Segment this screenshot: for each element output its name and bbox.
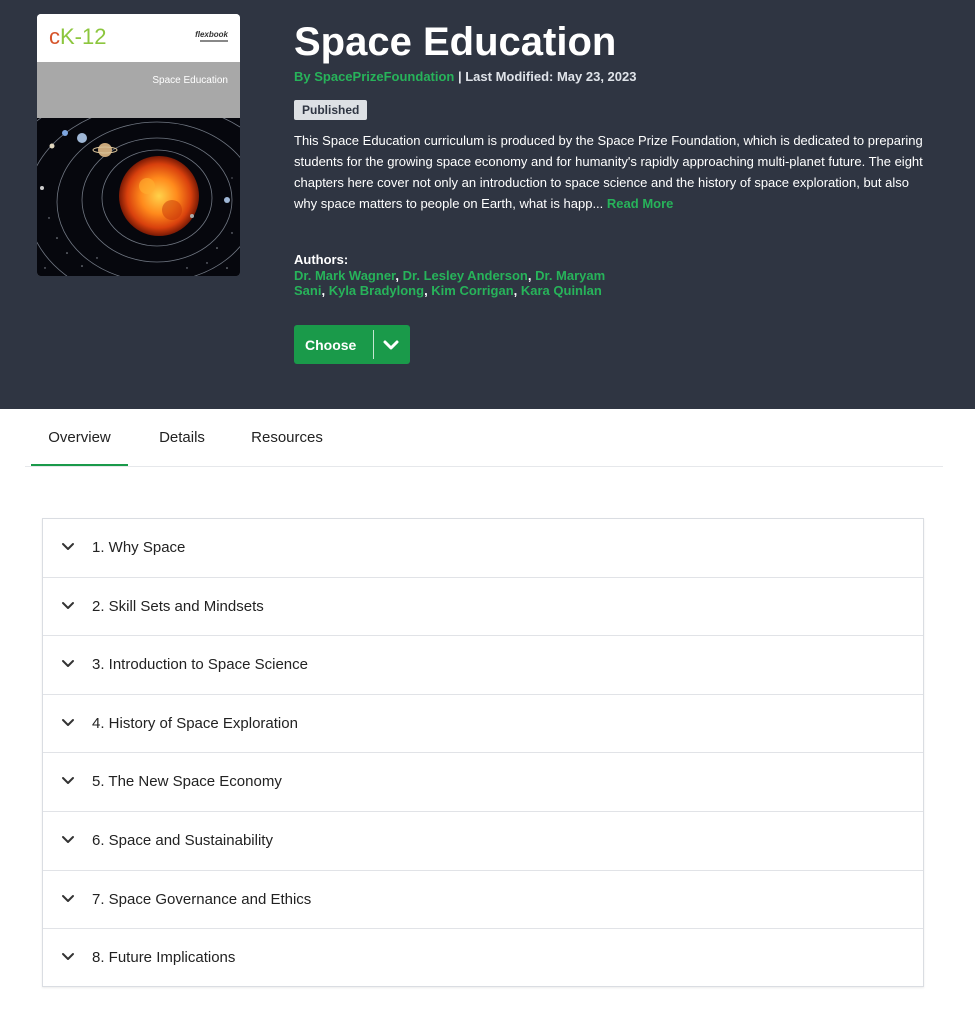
byline: By SpacePrizeFoundation | Last Modified:… <box>294 69 636 84</box>
read-more-link[interactable]: Read More <box>607 196 673 211</box>
publisher-link[interactable]: By SpacePrizeFoundation <box>294 69 454 84</box>
book-cover[interactable]: cK-12 flexbook Space Education <box>37 14 240 276</box>
chapter-row[interactable]: 4. History of Space Exploration <box>43 695 923 754</box>
chevron-down-icon[interactable] <box>61 716 75 730</box>
chevron-down-icon[interactable] <box>61 950 75 964</box>
tab-overview[interactable]: Overview <box>31 409 128 466</box>
book-title: Space Education <box>294 20 617 64</box>
chapter-title[interactable]: 3. Introduction to Space Science <box>92 636 308 694</box>
author-link[interactable]: Kara Quinlan <box>521 283 602 298</box>
authors-list: Dr. Mark Wagner, Dr. Lesley Anderson, Dr… <box>294 268 606 298</box>
chapter-title[interactable]: 8. Future Implications <box>92 929 235 987</box>
tab-details[interactable]: Details <box>146 409 218 466</box>
chevron-down-icon[interactable] <box>61 599 75 613</box>
solar-system-image <box>37 118 240 276</box>
chapter-title[interactable]: 1. Why Space <box>92 519 185 577</box>
cover-title: Space Education <box>152 75 228 86</box>
chapter-row[interactable]: 8. Future Implications <box>43 929 923 988</box>
status-badge: Published <box>294 100 368 120</box>
chevron-down-icon[interactable] <box>61 657 75 671</box>
chevron-down-icon[interactable] <box>61 833 75 847</box>
author-link[interactable]: Kim Corrigan <box>431 283 513 298</box>
book-header: cK-12 flexbook Space Education Space Edu… <box>0 0 975 409</box>
chapter-title[interactable]: 4. History of Space Exploration <box>92 695 298 753</box>
chapter-title[interactable]: 2. Skill Sets and Mindsets <box>92 578 264 636</box>
tab-bar: Overview Details Resources <box>25 409 943 467</box>
flexbook-logo: flexbook <box>195 30 228 39</box>
chapter-row[interactable]: 6. Space and Sustainability <box>43 812 923 871</box>
choose-divider <box>373 330 374 359</box>
chapter-title[interactable]: 7. Space Governance and Ethics <box>92 871 311 929</box>
cover-title-band: Space Education <box>37 62 240 118</box>
chapter-row[interactable]: 7. Space Governance and Ethics <box>43 871 923 930</box>
chapter-row[interactable]: 1. Why Space <box>43 519 923 578</box>
chapter-row[interactable]: 2. Skill Sets and Mindsets <box>43 578 923 637</box>
flexbook-logo-underline <box>200 40 228 42</box>
chapter-title[interactable]: 5. The New Space Economy <box>92 753 282 811</box>
chapter-row[interactable]: 3. Introduction to Space Science <box>43 636 923 695</box>
cover-header: cK-12 flexbook <box>37 14 240 62</box>
authors-label: Authors: <box>294 252 349 267</box>
author-link[interactable]: Kyla Bradylong <box>329 283 424 298</box>
choose-button[interactable]: Choose <box>294 325 410 364</box>
ck12-logo: cK-12 <box>49 24 107 49</box>
chevron-down-icon[interactable] <box>61 892 75 906</box>
chapter-title[interactable]: 6. Space and Sustainability <box>92 812 273 870</box>
tab-resources[interactable]: Resources <box>238 409 336 466</box>
chevron-down-icon[interactable] <box>382 337 400 353</box>
author-link[interactable]: Dr. Mark Wagner <box>294 268 395 283</box>
choose-label: Choose <box>305 337 357 353</box>
last-modified: | Last Modified: May 23, 2023 <box>454 69 637 84</box>
book-description: This Space Education curriculum is produ… <box>294 130 924 214</box>
chevron-down-icon[interactable] <box>61 540 75 554</box>
chapter-list: 1. Why Space 2. Skill Sets and Mindsets … <box>42 518 924 987</box>
chapter-row[interactable]: 5. The New Space Economy <box>43 753 923 812</box>
chevron-down-icon[interactable] <box>61 774 75 788</box>
author-link[interactable]: Dr. Lesley Anderson <box>403 268 528 283</box>
